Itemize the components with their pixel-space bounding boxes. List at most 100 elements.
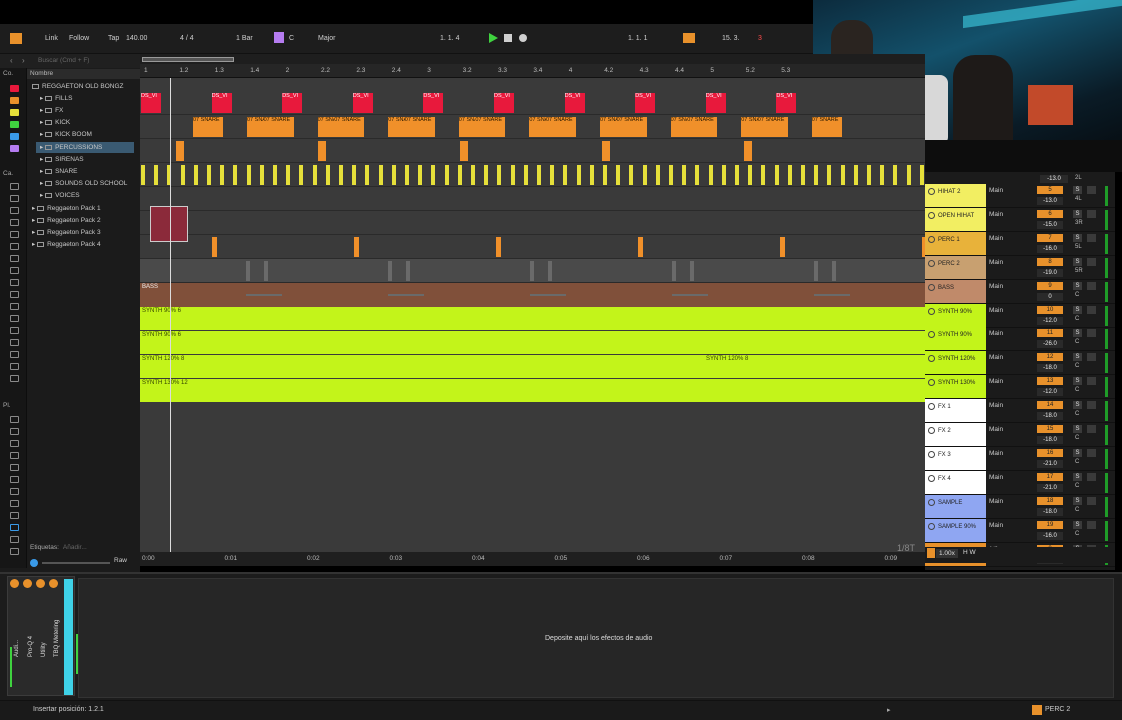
output-routing[interactable]: Main [989, 307, 1003, 314]
track-pan[interactable]: C [1075, 316, 1079, 322]
hihat-clip[interactable] [325, 165, 330, 185]
track-volume[interactable]: -16.0 [1037, 244, 1063, 253]
hihat-clip[interactable] [695, 165, 700, 185]
snare-clip[interactable]: 07 SNARE [811, 117, 842, 137]
solo-button[interactable]: S [1073, 520, 1082, 529]
hihat-clip[interactable] [761, 165, 766, 185]
record-button[interactable] [519, 34, 527, 42]
track-name[interactable]: SAMPLE [925, 494, 986, 518]
drums-icon[interactable] [10, 195, 19, 202]
hihat-clip[interactable] [339, 165, 343, 185]
tree-item-sounds-old-school[interactable]: ▸ SOUNDS OLD SCHOOL [40, 178, 127, 189]
hihat-clip[interactable] [193, 165, 198, 185]
tree-item-snare[interactable]: ▸ SNARE [40, 166, 77, 177]
current-project-icon[interactable] [10, 464, 19, 471]
hihat-clip[interactable] [259, 165, 264, 185]
track-name[interactable]: OPEN HIHAT [925, 207, 986, 231]
hihat-clip[interactable] [655, 165, 660, 185]
collection-yellow-icon[interactable] [10, 109, 19, 116]
track-pan[interactable]: C [1075, 507, 1079, 513]
quantize-select[interactable]: 1 Bar [236, 35, 253, 42]
solo-button[interactable]: S [1073, 233, 1082, 242]
bass-note[interactable] [530, 294, 566, 296]
synth-90-clip-1[interactable]: SYNTH 90% 6 [140, 307, 925, 330]
snare-clip[interactable]: 07 SNARE [757, 117, 788, 137]
track-name[interactable]: HIHAT 2 [925, 184, 986, 207]
collection-red-icon[interactable] [10, 85, 19, 92]
tree-item-fx[interactable]: ▸ FX [40, 105, 63, 116]
arm-button[interactable] [1087, 377, 1096, 386]
loop-switch-icon[interactable] [683, 33, 695, 43]
mixer-track[interactable]: SAMPLE Main 18 -18.0 S C [925, 494, 1115, 519]
hihat-clip[interactable] [457, 165, 462, 185]
hihat-clip[interactable] [286, 165, 291, 185]
sounds-icon[interactable] [10, 183, 19, 190]
track-number[interactable]: 16 [1037, 448, 1063, 457]
track-number[interactable]: 19 [1037, 520, 1063, 529]
packs-icon[interactable] [10, 416, 19, 423]
mixer-track[interactable]: SYNTH 120% Main 12 -18.0 S C [925, 351, 1115, 376]
fill-clip[interactable] [318, 141, 326, 161]
plugin-pro-q[interactable]: Pro-Q 4 [28, 636, 34, 657]
push-icon[interactable] [10, 440, 19, 447]
folder-1-icon[interactable] [10, 476, 19, 483]
plugins-icon[interactable] [10, 267, 19, 274]
dragged-sample-thumbnail[interactable] [150, 206, 188, 242]
track-volume[interactable]: -12.0 [1037, 316, 1063, 325]
track-pan[interactable]: 5R [1075, 268, 1083, 274]
track-volume[interactable]: 0 [1037, 292, 1063, 301]
templates4-icon[interactable] [10, 363, 19, 370]
perc1-clip[interactable] [496, 237, 501, 257]
fold-icon[interactable] [928, 474, 935, 482]
track-name[interactable]: FX 4 [925, 470, 986, 494]
tempo-field[interactable]: 140.00 [126, 35, 147, 42]
hihat-clip[interactable] [550, 165, 555, 185]
hihat-clip[interactable] [352, 165, 357, 185]
track-pan[interactable]: C [1075, 292, 1079, 298]
ds-clip[interactable]: DS_VI [635, 93, 656, 113]
hihat-clip[interactable] [669, 165, 673, 185]
live-logo-icon[interactable] [10, 33, 22, 44]
track-pan[interactable]: C [1075, 435, 1079, 441]
preview-icon[interactable] [30, 559, 38, 567]
midi-effects-icon[interactable] [10, 231, 19, 238]
mixer-track[interactable]: OPEN HIHAT Main 6 -15.0 S 3R [925, 207, 1115, 232]
hihat-clip[interactable] [299, 165, 304, 185]
fold-icon[interactable] [928, 450, 935, 458]
mixer-track[interactable]: SYNTH 90% Main 10 -12.0 S C [925, 303, 1115, 328]
hihat-clip[interactable] [893, 165, 898, 185]
hihat-clip[interactable] [827, 165, 832, 185]
tree-pack-4[interactable]: ▸ Reggaeton Pack 4 [32, 239, 101, 250]
snare-clip[interactable]: 07 SNARE [193, 117, 223, 137]
collection-orange-icon[interactable] [10, 97, 19, 104]
tree-item-sirenas[interactable]: ▸ SIRENAS [40, 154, 84, 165]
mixer-track[interactable]: FX 4 Main 17 -21.0 S C [925, 470, 1115, 495]
cloud-icon[interactable] [10, 428, 19, 435]
plugin-utility[interactable]: Utility [41, 642, 47, 657]
hihat-clip[interactable] [207, 165, 211, 185]
output-routing[interactable]: Main [989, 522, 1003, 529]
tree-pack-2[interactable]: ▸ Reggaeton Pack 2 [32, 215, 101, 226]
zoom-display[interactable]: 1.00x [936, 549, 958, 558]
track-volume[interactable]: -12.0 [1037, 388, 1063, 397]
bass-note[interactable] [246, 294, 282, 296]
track-number[interactable]: 17 [1037, 472, 1063, 481]
link-button[interactable]: Link [45, 35, 58, 42]
mixer-track[interactable]: PERC 1 Main 7 -16.0 S 5L [925, 231, 1115, 256]
track-number[interactable]: 9 [1037, 281, 1063, 290]
hihat-clip[interactable] [471, 165, 475, 185]
arm-button[interactable] [1087, 496, 1096, 505]
fold-icon[interactable] [928, 235, 935, 243]
track-pan[interactable]: C [1075, 459, 1079, 465]
user-library-icon[interactable] [10, 452, 19, 459]
synth-120-clip[interactable]: SYNTH 120% 8 SYNTH 120% 8 [140, 355, 925, 378]
track-pan[interactable]: C [1075, 363, 1079, 369]
loop-brace[interactable] [142, 57, 234, 62]
hihat-clip[interactable] [919, 165, 924, 185]
solo-button[interactable]: S [1073, 496, 1082, 505]
arm-button[interactable] [1087, 257, 1096, 266]
snare-clip[interactable]: 07 SNARE [687, 117, 718, 137]
perc2-clip[interactable] [530, 261, 534, 281]
snare-clip[interactable]: 07 SNARE [475, 117, 506, 137]
hihat-clip[interactable] [787, 165, 792, 185]
